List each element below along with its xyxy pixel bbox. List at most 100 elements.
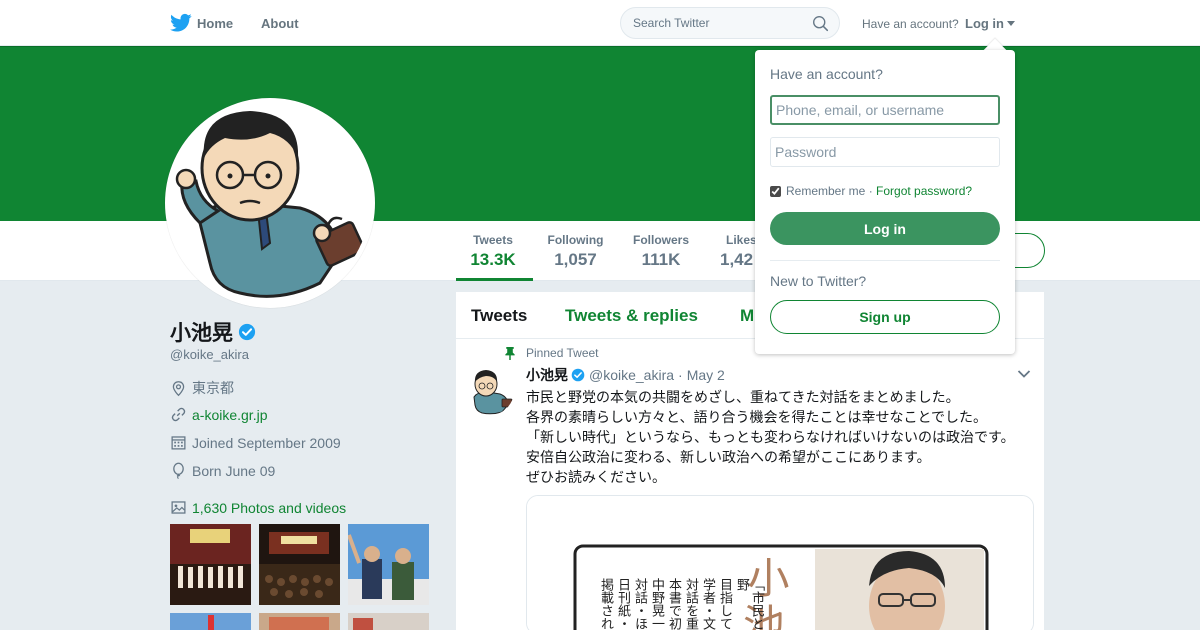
cartoon-avatar-small [466, 367, 514, 415]
login-button[interactable]: Log in [770, 212, 1000, 245]
tweet-media-card[interactable]: 小 池 「市民と野 目指して 学者・文 対話を重 本書で初 中野晃一 対話・ほ … [526, 495, 1034, 630]
profile-birthday: Born June 09 [170, 462, 275, 479]
username-field[interactable] [770, 95, 1000, 125]
tweet-author-handle[interactable]: @koike_akira [589, 367, 674, 383]
stat-following-label: Following [547, 233, 604, 247]
photo-thumbnail[interactable] [348, 524, 429, 605]
book-cover-line: 掲載され [599, 578, 614, 630]
book-cover-line: 本書で初 [667, 578, 682, 630]
photos-videos-link[interactable]: 1,630 Photos and videos [170, 499, 346, 516]
stat-followers[interactable]: Followers 111K [632, 233, 690, 270]
book-cover-text: 「市民と野 目指して 学者・文 対話を重 本書で初 中野晃一 対話・ほ 日刊紙・… [599, 578, 765, 630]
signup-button[interactable]: Sign up [770, 300, 1000, 334]
caret-down-icon[interactable] [1007, 21, 1015, 26]
profile-website: a-koike.gr.jp [170, 406, 267, 423]
search-input[interactable] [633, 16, 803, 30]
joined-text: Joined September 2009 [192, 434, 341, 451]
calendar-icon [171, 436, 186, 450]
tab-media[interactable]: M [740, 306, 754, 326]
remember-me-label: Remember me [786, 184, 866, 198]
chevron-down-icon[interactable] [1017, 369, 1031, 379]
website-link[interactable]: a-koike.gr.jp [192, 407, 267, 423]
location-text: 東京都 [192, 380, 234, 396]
nav-home-link[interactable]: Home [197, 16, 233, 31]
photo-image [259, 613, 340, 630]
login-dropdown: Have an account? Remember me · Forgot pa… [755, 50, 1015, 354]
remember-me-checkbox[interactable] [770, 185, 781, 197]
tab-tweets[interactable]: Tweets [471, 306, 527, 326]
photo-image [170, 613, 251, 630]
book-cover-line: 対話・ほ [633, 578, 648, 630]
stat-tweets-value: 13.3K [470, 250, 516, 269]
tweet-text-line: 安倍自公政治に変わる、新しい政治への希望がここにあります。 [526, 449, 931, 465]
book-cover-line: 「市民と野 [735, 578, 765, 630]
photo-thumbnail[interactable] [170, 524, 251, 605]
profile-name: 小池晃 [170, 322, 233, 345]
profile-name-row: 小池晃 [170, 317, 256, 347]
image-icon [171, 501, 186, 514]
pinned-tweet-indicator: Pinned Tweet [504, 346, 599, 360]
hall-photo-image [259, 524, 340, 605]
stat-followers-value: 111K [641, 250, 681, 269]
link-icon [171, 407, 186, 422]
verified-badge-icon [571, 368, 585, 382]
profile-joined: Joined September 2009 [170, 434, 341, 451]
tab-tweets-replies[interactable]: Tweets & replies [565, 306, 698, 326]
password-field[interactable] [770, 137, 1000, 167]
tweet-author-name[interactable]: 小池晃 [526, 365, 568, 385]
profile-location: 東京都 [170, 378, 234, 398]
tweet-header: 小池晃 @koike_akira · May 2 [526, 365, 729, 385]
active-stat-underline [456, 278, 533, 281]
stat-following-value: 1,057 [554, 250, 597, 269]
stage-photo-image [170, 524, 251, 605]
tweet-text: 市民と野党の本気の共闘をめざし、重ねてきた対話をまとめました。 各界の素晴らしい… [526, 387, 1036, 487]
book-cover-line: 学者・文 [701, 578, 716, 630]
book-cover-line: 日刊紙・ [616, 578, 631, 630]
pinned-tweet-label: Pinned Tweet [526, 346, 599, 360]
dropdown-divider [770, 260, 1000, 261]
balloon-icon [173, 462, 184, 479]
stat-likes-value: 1,42 [720, 250, 754, 269]
born-text: Born June 09 [192, 462, 276, 479]
top-navigation-bar: Home About Have an account? Log in [0, 0, 1200, 46]
book-cover-line: 中野晃一 [650, 578, 665, 630]
book-cover-line: 目指して [718, 578, 733, 630]
login-dropdown-toggle[interactable]: Log in [965, 16, 1004, 31]
search-icon[interactable] [812, 15, 829, 32]
tweet-text-line: 各界の素晴らしい方々と、語り合う機会を得たことは幸せなことでした。 [526, 409, 988, 425]
stat-likes-label: Likes [726, 233, 757, 247]
photo-thumbnail[interactable] [348, 613, 429, 630]
tweet-text-line: ぜひお読みください。 [526, 469, 666, 485]
photo-thumbnail[interactable] [259, 613, 340, 630]
have-account-text: Have an account? [862, 17, 959, 31]
stat-tweets-label: Tweets [473, 233, 513, 247]
verified-badge-icon [238, 323, 256, 341]
twitter-bird-icon[interactable] [170, 13, 192, 33]
photo-thumbnail[interactable] [259, 524, 340, 605]
separator-text: · [865, 184, 877, 198]
forgot-password-link[interactable]: Forgot password? [876, 184, 972, 198]
book-cover-line: 対話を重 [684, 578, 699, 630]
remember-me-row: Remember me · Forgot password? [770, 184, 972, 198]
stat-following[interactable]: Following 1,057 [547, 233, 604, 270]
photo-thumbnail[interactable] [170, 613, 251, 630]
tweet-text-line: 市民と野党の本気の共闘をめざし、重ねてきた対話をまとめました。 [526, 389, 960, 405]
search-box [620, 7, 840, 39]
stat-likes[interactable]: Likes 1,42 [720, 233, 760, 270]
stat-followers-label: Followers [632, 233, 689, 247]
pin-icon [505, 346, 515, 360]
cartoon-avatar-illustration [170, 103, 370, 303]
tweet-avatar[interactable] [466, 367, 514, 415]
dropdown-title: Have an account? [770, 66, 883, 82]
photos-videos-label: 1,630 Photos and videos [192, 499, 347, 516]
nav-about-link[interactable]: About [261, 16, 299, 31]
stat-tweets[interactable]: Tweets 13.3K [470, 233, 516, 270]
location-pin-icon [172, 380, 185, 396]
new-to-twitter-text: New to Twitter? [770, 273, 867, 289]
photo-image [348, 613, 429, 630]
profile-avatar[interactable] [165, 98, 375, 308]
tweet-timestamp[interactable]: May 2 [687, 367, 725, 383]
tweet-separator: · [678, 367, 683, 383]
profile-handle: @koike_akira [170, 347, 249, 362]
rally-photo-image [348, 524, 429, 605]
